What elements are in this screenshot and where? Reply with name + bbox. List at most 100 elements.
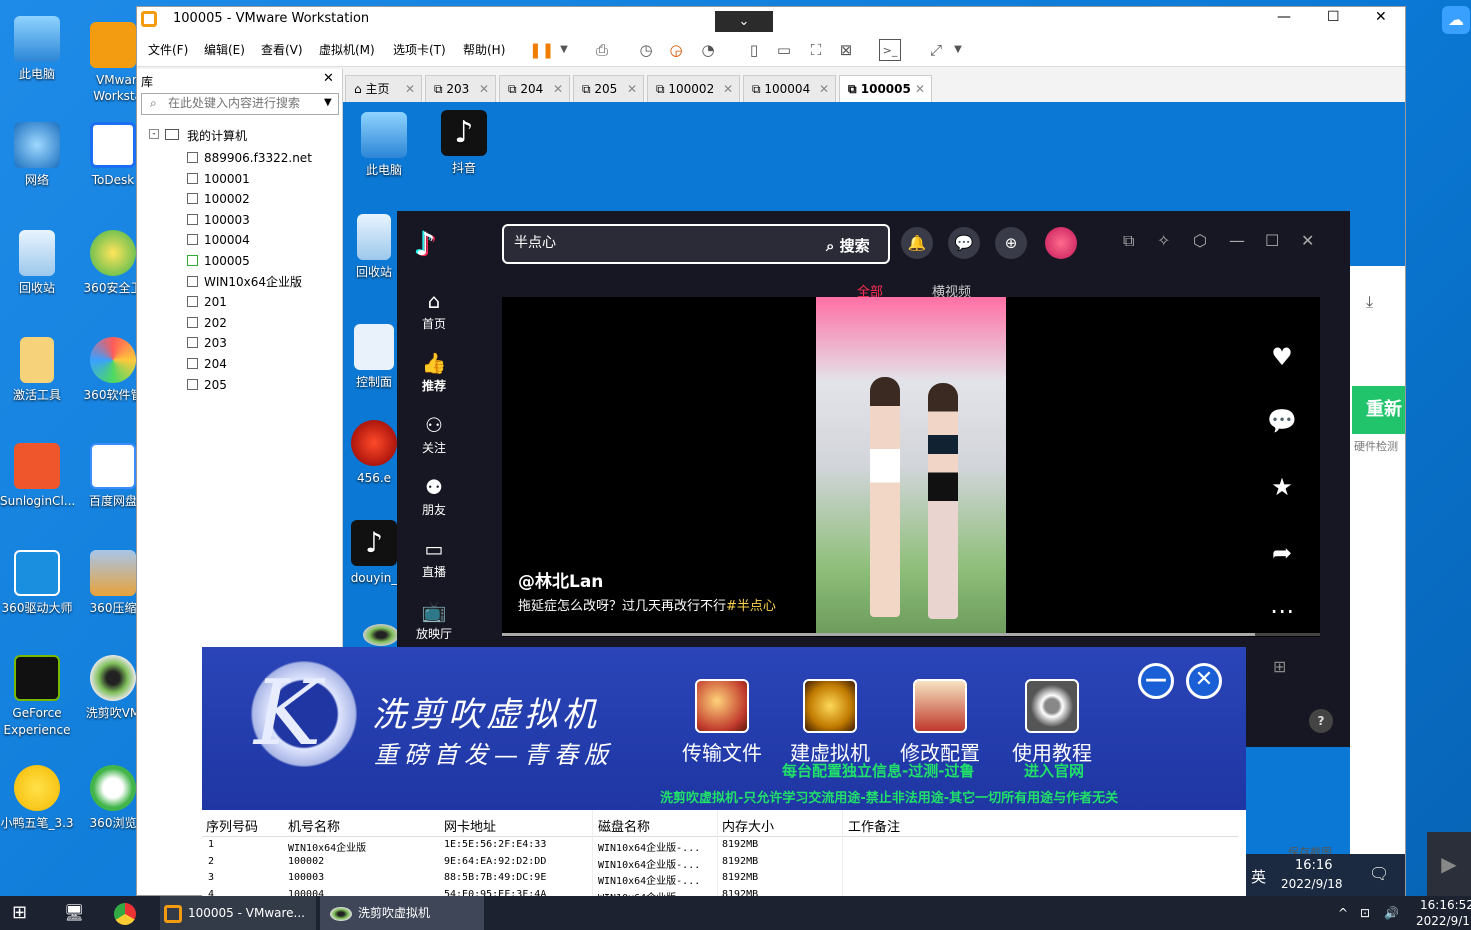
edit-config-button[interactable]: 修改配置 [890, 679, 990, 766]
send-keys-icon[interactable]: ⎙ [591, 39, 613, 61]
library-item[interactable]: 100001 [187, 170, 250, 188]
desktop-icon-geforce[interactable]: GeForce Experience [0, 655, 74, 739]
screen-cast-icon[interactable]: ⧉ [1123, 231, 1134, 251]
guest-icon-douyin-installer[interactable]: ♪ douyin_ [347, 520, 401, 586]
pause-icon[interactable]: ❚❚ [529, 39, 554, 61]
video-progress[interactable] [502, 633, 1320, 636]
network-tray-icon[interactable]: ⊡ [1360, 896, 1370, 930]
close-tab-icon[interactable]: ✕ [553, 76, 563, 102]
vm-tab[interactable]: ⧉ 100002 ✕ [647, 75, 740, 103]
col-header-disk[interactable]: 磁盘名称 [598, 816, 650, 835]
douyin-search-input[interactable] [514, 234, 804, 250]
transfer-files-button[interactable]: 传输文件 [672, 679, 772, 766]
show-library-icon[interactable]: ▯ [743, 39, 765, 61]
library-search-input[interactable] [168, 96, 318, 110]
volume-icon[interactable]: 🔊 [1384, 896, 1399, 930]
close-tab-icon[interactable]: ✕ [479, 76, 489, 102]
close-button[interactable]: ✕ [1301, 231, 1314, 250]
taskbar-vmware[interactable]: 100005 - VMware... [160, 896, 316, 930]
vm-tab[interactable]: ⧉ 100005 ✕ [839, 75, 932, 103]
minimize-button[interactable]: — [1277, 9, 1291, 25]
revert-snapshot-icon[interactable]: ◶ [665, 39, 687, 61]
tutorial-button[interactable]: 使用教程 [1002, 679, 1102, 766]
maximize-button[interactable]: ☐ [1327, 9, 1340, 25]
vm-tab[interactable]: ⧉ 205 ✕ [573, 75, 644, 103]
upload-icon[interactable]: ⊕ [995, 227, 1027, 259]
download-icon[interactable]: ⤓ [1366, 292, 1373, 312]
library-item[interactable]: 201 [187, 293, 227, 311]
message-icon[interactable]: 💬 [948, 227, 980, 259]
col-header-notes[interactable]: 工作备注 [848, 816, 900, 835]
tray-chevron-icon[interactable]: ^ [1338, 896, 1348, 930]
douyin-search-button[interactable]: ⌕ 搜索 [826, 235, 870, 256]
nav-live[interactable]: ▭ 直播 [397, 537, 471, 580]
library-item[interactable]: 205 [187, 376, 227, 394]
menu-vm[interactable]: 虚拟机(M) [319, 41, 375, 58]
unity-icon[interactable]: ⊠ [835, 39, 857, 61]
col-header-serial[interactable]: 序列号码 [206, 816, 258, 835]
desktop-icon-360-driver[interactable]: 360驱动大师 [0, 550, 74, 616]
share-icon[interactable]: ➦ [1262, 539, 1302, 567]
desktop-icon-recycle-bin[interactable]: 回收站 [0, 230, 74, 296]
vm-tab[interactable]: ⌂ 主页 ✕ [345, 75, 422, 103]
library-close-icon[interactable]: ✕ [323, 71, 334, 86]
guest-icon-recycle[interactable]: 回收站 [347, 214, 401, 280]
guest-eye-icon[interactable] [363, 624, 399, 646]
chevron-down-icon[interactable]: ▼ [553, 39, 575, 61]
like-icon[interactable]: ♥ [1262, 343, 1302, 371]
table-row[interactable]: 3 100003 88:5B:7B:49:DC:9E WIN10x64企业版-... 8… [202, 871, 1238, 887]
chrome-icon[interactable] [114, 896, 136, 930]
nav-follow[interactable]: ⚇ 关注 [397, 413, 471, 456]
avatar[interactable] [1045, 227, 1077, 259]
more-icon[interactable]: ⋯ [1262, 597, 1302, 625]
taskbar-xjc[interactable]: 洗剪吹虚拟机 [320, 896, 484, 930]
nav-home[interactable]: ⌂ 首页 [397, 289, 471, 332]
desktop-icon-this-pc[interactable]: 此电脑 [0, 16, 74, 82]
close-button[interactable]: ✕ [1375, 9, 1387, 25]
library-item[interactable]: 100005 [187, 252, 250, 270]
library-item[interactable]: 203 [187, 334, 227, 352]
col-header-mac[interactable]: 网卡地址 [444, 816, 496, 835]
vm-tab[interactable]: ⧉ 204 ✕ [499, 75, 570, 103]
minimize-button[interactable]: — [1229, 231, 1245, 250]
repair-button[interactable]: 重新 [1352, 386, 1405, 434]
help-icon[interactable]: ? [1309, 709, 1333, 733]
menu-edit[interactable]: 编辑(E) [204, 41, 245, 58]
chevron-down-icon[interactable]: ▼ [324, 97, 332, 108]
video-player[interactable]: @林北Lan 拖延症怎么改呀？过几天再改行不行#半点心 ♥ 💬 ★ ➦ ⋯ [502, 297, 1320, 637]
menu-file[interactable]: 文件(F) [148, 41, 188, 58]
library-search[interactable]: ⌕ ▼ [141, 93, 339, 115]
douyin-search-box[interactable]: ⌕ 搜索 [502, 224, 890, 264]
desktop-icon-network[interactable]: 网络 [0, 122, 74, 188]
title-dropdown-button[interactable]: ⌄ [715, 11, 773, 32]
vm-tab[interactable]: ⧉ 100004 ✕ [743, 75, 836, 103]
guest-icon-douyin[interactable]: ♪ 抖音 [427, 110, 501, 176]
pin-icon[interactable]: ✧ [1157, 231, 1170, 250]
chevron-down-icon[interactable]: ▼ [947, 39, 969, 61]
close-tab-icon[interactable]: ✕ [405, 76, 415, 102]
comment-icon[interactable]: 💬 [1262, 407, 1302, 435]
close-tab-icon[interactable]: ✕ [723, 76, 733, 102]
desktop-icon-duck-wubi[interactable]: 小鸭五笔_3.3 [0, 765, 74, 831]
maximize-button[interactable]: ☐ [1265, 231, 1279, 250]
clock-date[interactable]: 2022/9/1 [1416, 904, 1470, 930]
camera-widget[interactable]: ▶ [1427, 832, 1471, 896]
snapshot-icon[interactable]: ◷ [635, 39, 657, 61]
bell-icon[interactable]: 🔔 [901, 227, 933, 259]
table-row[interactable]: 2 100002 9E:64:EA:92:D2:DD WIN10x64企业版-... 8… [202, 855, 1238, 871]
start-button[interactable]: ⊞ [12, 896, 27, 930]
favorite-icon[interactable]: ★ [1262, 473, 1302, 501]
fullscreen-icon[interactable]: ⛶ [805, 39, 827, 61]
close-tab-icon[interactable]: ✕ [627, 76, 637, 102]
guest-icon-this-pc[interactable]: 此电脑 [347, 112, 421, 178]
ime-lang[interactable]: 英 [1251, 866, 1266, 887]
close-tab-icon[interactable]: ✕ [819, 76, 829, 102]
close-tab-icon[interactable]: ✕ [915, 76, 925, 102]
col-header-name[interactable]: 机号名称 [288, 816, 340, 835]
console-icon[interactable]: >_ [879, 39, 901, 61]
library-item[interactable]: WIN10x64企业版 [187, 273, 302, 291]
shield-icon[interactable]: ⬡ [1193, 231, 1207, 250]
nav-recommend[interactable]: 👍 推荐 [397, 351, 471, 394]
cloud-icon[interactable]: ☁ [1442, 6, 1470, 34]
official-site-link[interactable]: 进入官网 [1024, 760, 1084, 781]
